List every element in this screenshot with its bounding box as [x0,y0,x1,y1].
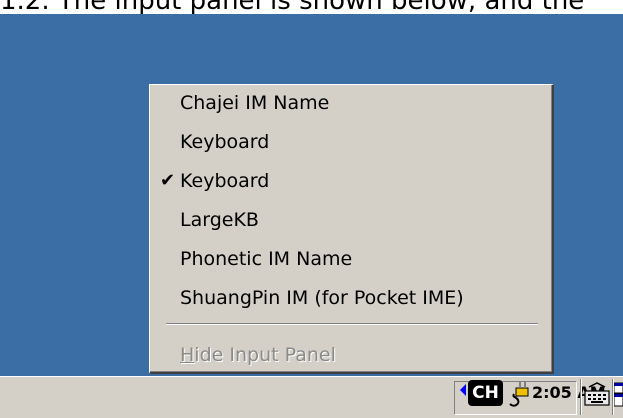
menu-item-label-rest: ide Input Panel [194,344,336,366]
input-method-menu: Chajei IM Name Keyboard ✔ Keyboard Large… [149,84,554,374]
taskbar-divider [580,379,582,415]
menu-item-hide-input-panel[interactable]: Hide Input Panel [150,337,550,373]
input-language-indicator[interactable]: CH [468,380,503,406]
menu-item-label: Keyboard [180,170,270,192]
menu-item-label: Keyboard [180,131,270,153]
checkmark-icon: ✔ [160,170,176,191]
menu-item-keyboard-2[interactable]: ✔ Keyboard [150,163,550,199]
menu-item-label: ShuangPin IM (for Pocket IME) [180,287,464,309]
menu-item-largekb[interactable]: LargeKB [150,202,550,238]
menu-item-phonetic[interactable]: Phonetic IM Name [150,241,550,277]
menu-item-chajei[interactable]: Chajei IM Name [150,85,550,121]
switch-windows-icon[interactable] [614,381,623,409]
power-plug-icon[interactable] [506,380,532,408]
hotkey-letter: H [180,344,195,366]
menu-item-keyboard-1[interactable]: Keyboard [150,124,550,160]
menu-item-shuangpin[interactable]: ShuangPin IM (for Pocket IME) [150,280,550,316]
menu-item-label: Chajei IM Name [180,92,330,114]
menu-separator [166,323,538,325]
menu-item-label: Hide Input Panel [180,337,336,373]
arrow-left-icon[interactable] [460,384,466,396]
keyboard-icon[interactable] [583,381,611,409]
menu-item-label: Phonetic IM Name [180,248,353,270]
menu-item-label: LargeKB [180,209,259,231]
